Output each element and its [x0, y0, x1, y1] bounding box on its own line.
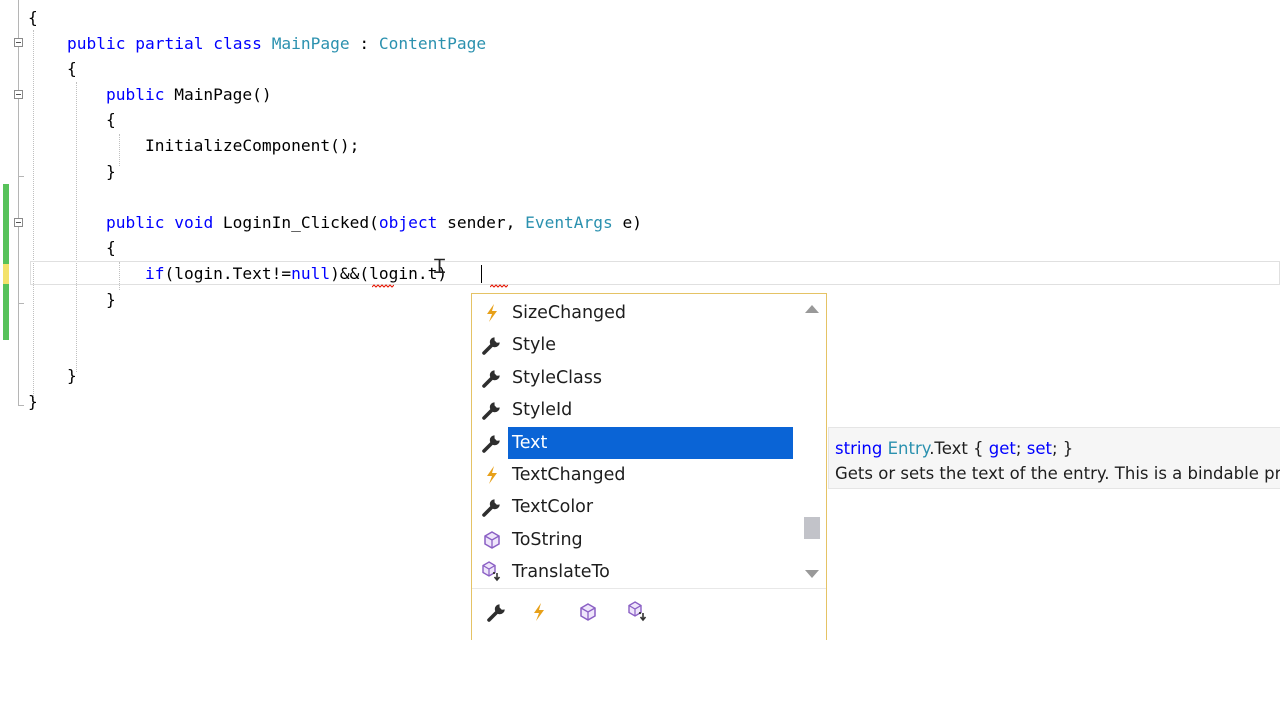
code-line[interactable]: public void LoginIn_Clicked(object sende…: [28, 210, 642, 236]
filter-extension-method-button[interactable]: [622, 598, 654, 630]
code-line[interactable]: {: [28, 235, 116, 261]
completion-item[interactable]: Text: [476, 426, 797, 459]
code-token: }: [105, 161, 116, 181]
intellisense-popup[interactable]: SizeChanged Style StyleClass StyleId Text Tex…: [471, 293, 827, 640]
completion-item[interactable]: ToString: [476, 524, 797, 556]
completion-item[interactable]: SizeChanged: [476, 297, 797, 329]
filter-method-button[interactable]: [572, 598, 604, 630]
completion-item[interactable]: TranslateTo: [476, 556, 797, 588]
code-line[interactable]: }: [28, 363, 77, 389]
change-marker-saved: [3, 284, 9, 340]
property-icon: [476, 394, 508, 426]
filter-property-button[interactable]: [481, 598, 513, 630]
collapse-class-toggle[interactable]: [14, 38, 23, 47]
property-icon: [476, 362, 508, 394]
code-line[interactable]: {: [28, 107, 116, 133]
code-token: partial: [135, 33, 204, 53]
quick-info-tooltip: string Entry.Text { get; set; } Gets or …: [828, 427, 1280, 489]
code-token: MainPage: [271, 33, 350, 53]
completion-item[interactable]: TextChanged: [476, 459, 797, 491]
property-icon: [476, 329, 508, 361]
code-token: null: [291, 264, 331, 283]
completion-list[interactable]: SizeChanged Style StyleClass StyleId Text Tex…: [472, 294, 798, 588]
completion-item[interactable]: StyleClass: [476, 362, 797, 394]
code-token: (login.Text!=: [164, 264, 292, 283]
event-icon: [476, 459, 508, 491]
completion-item[interactable]: TextColor: [476, 491, 797, 523]
error-squiggle: [372, 284, 394, 288]
code-token: public: [105, 212, 165, 232]
code-token: {: [105, 238, 116, 258]
completion-item-label: TranslateTo: [512, 562, 610, 583]
completion-scrollbar[interactable]: [798, 294, 826, 588]
change-marker-unsaved: [3, 264, 9, 284]
scroll-up-arrow-icon[interactable]: [805, 305, 819, 313]
code-token: sender,: [437, 212, 526, 232]
text-caret: [481, 265, 482, 283]
completion-item-label: ToString: [512, 529, 583, 550]
code-token: EventArgs: [525, 212, 613, 232]
error-squiggle: [490, 284, 508, 288]
event-icon: [529, 601, 549, 627]
property-icon: [476, 427, 508, 459]
code-token: e): [612, 212, 643, 232]
extension-method-icon: [476, 556, 508, 588]
scroll-thumb[interactable]: [804, 517, 820, 539]
code-token: :: [349, 33, 379, 53]
description-line: Gets or sets the text of the entry. This…: [835, 464, 1280, 483]
scroll-down-arrow-icon[interactable]: [805, 570, 819, 578]
code-token: ContentPage: [378, 33, 487, 53]
event-icon: [476, 297, 508, 329]
code-line[interactable]: }: [28, 287, 116, 313]
collapse-method-toggle[interactable]: [14, 218, 23, 227]
completion-item-label: StyleClass: [512, 367, 602, 388]
completion-item-label: TextChanged: [512, 465, 626, 485]
completion-item-label: SizeChanged: [512, 303, 627, 323]
code-token: {: [28, 8, 38, 27]
code-line[interactable]: {: [28, 5, 38, 31]
code-token: MainPage(): [164, 84, 272, 104]
code-token: void: [174, 212, 214, 232]
completion-item-label: Text: [508, 426, 793, 459]
code-token: class: [213, 33, 262, 53]
filter-event-button[interactable]: [523, 598, 555, 630]
code-token: }: [105, 289, 116, 309]
completion-item[interactable]: Style: [476, 329, 797, 361]
mouse-ibeam-cursor: Ɪ: [434, 254, 446, 278]
property-icon: [486, 601, 508, 627]
code-token: public: [66, 33, 126, 53]
code-line[interactable]: }: [28, 159, 116, 185]
code-token: {: [66, 59, 77, 79]
method-icon: [476, 524, 508, 556]
code-token: object: [378, 212, 438, 232]
signature-line: string Entry.Text { get; set; }: [835, 439, 1074, 458]
code-line[interactable]: {: [28, 56, 77, 82]
code-token: LoginIn_Clicked(: [213, 212, 379, 232]
completion-filter-bar: [472, 588, 826, 640]
code-token: if: [144, 264, 165, 283]
code-token: InitializeComponent();: [144, 136, 360, 155]
completion-item[interactable]: StyleId: [476, 394, 797, 426]
code-token: }: [66, 366, 77, 386]
collapse-constructor-toggle[interactable]: [14, 90, 23, 99]
completion-item-label: StyleId: [512, 400, 573, 421]
extension-method-icon: [626, 600, 650, 628]
code-line[interactable]: }: [28, 389, 38, 415]
completion-item-label: TextColor: [512, 497, 594, 518]
code-line[interactable]: public partial class MainPage : ContentP…: [28, 31, 486, 57]
method-icon: [578, 602, 598, 626]
code-token: public: [105, 84, 165, 104]
code-line[interactable]: public MainPage(): [28, 82, 272, 108]
code-line[interactable]: InitializeComponent();: [28, 133, 359, 159]
completion-item-label: Style: [512, 335, 556, 356]
change-marker-saved: [3, 184, 9, 264]
code-token: )&&(login.t): [330, 264, 448, 283]
code-token: {: [105, 110, 116, 130]
code-token: }: [28, 392, 38, 411]
property-icon: [476, 491, 508, 523]
